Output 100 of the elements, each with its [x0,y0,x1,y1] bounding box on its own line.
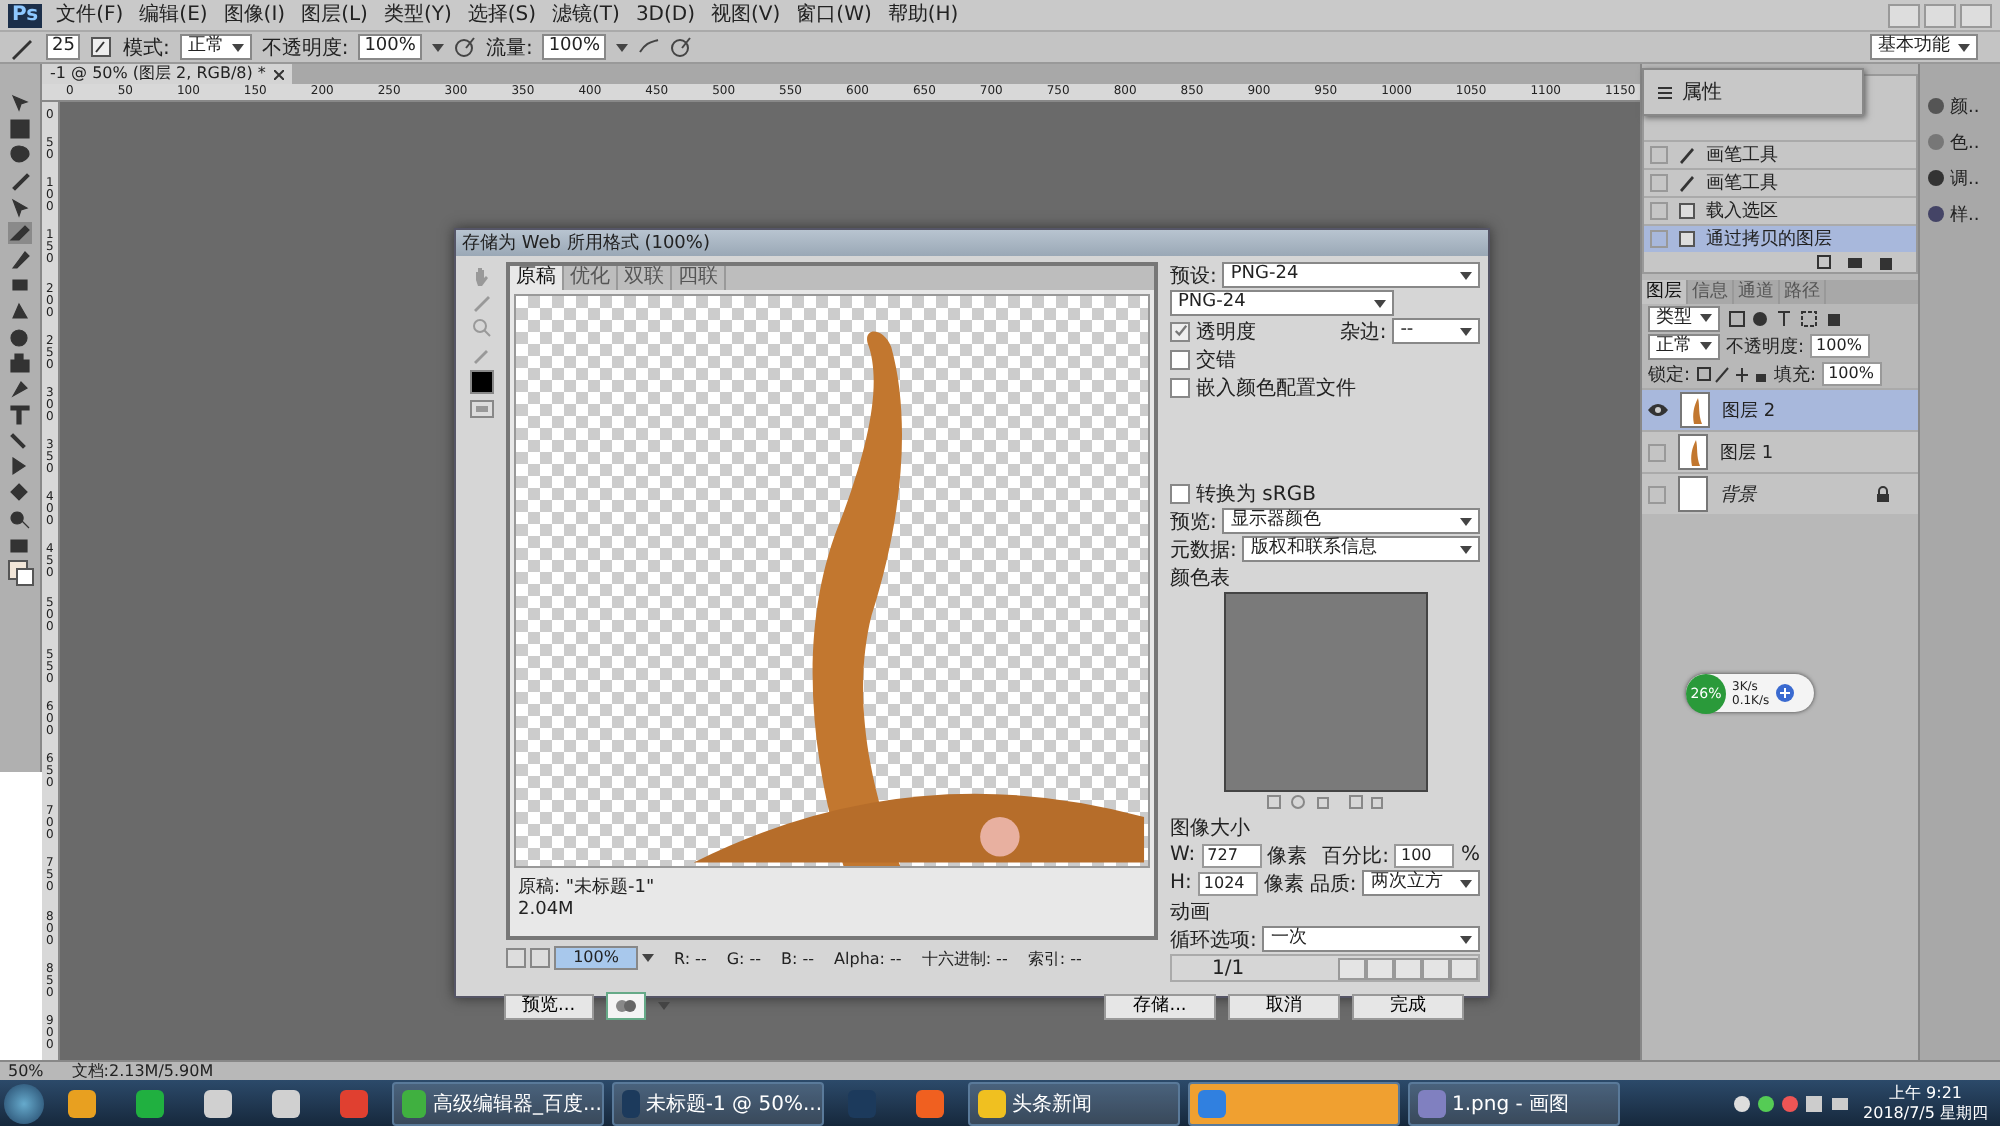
tool-icon[interactable] [8,274,32,296]
tool-icon[interactable] [8,534,32,556]
dock-item[interactable]: 颜.. [1920,92,2000,120]
dialog-button[interactable]: 完成 [1352,993,1464,1019]
history-item[interactable]: 画笔工具 [1644,168,1916,196]
slice-visibility-icon[interactable] [470,400,494,418]
app-icon[interactable] [204,1089,232,1117]
airbrush-icon[interactable] [638,36,661,58]
start-button[interactable] [4,1083,44,1123]
height-field[interactable]: 1024 [1197,871,1258,895]
zoom-in-button[interactable] [530,948,550,968]
panel-tab[interactable]: 图层 [1642,280,1688,304]
matte-dropdown[interactable]: -- [1392,318,1480,344]
preset-dropdown[interactable]: PNG-24 [1222,262,1480,288]
tool-icon[interactable] [8,92,32,114]
menu-item[interactable]: 视图(V) [709,2,783,28]
preview-button[interactable]: 预览... [504,993,594,1019]
loop-dropdown[interactable]: 一次 [1262,926,1480,952]
menu-item[interactable]: 滤镜(T) [550,2,622,28]
pressure-icon[interactable] [453,36,476,58]
layer-row[interactable]: 图层 1 [1642,430,1918,472]
tool-icon[interactable] [8,300,32,322]
zoom-field[interactable]: 100% [554,946,638,970]
opacity-field[interactable]: 100% [358,34,422,60]
zoom-out-button[interactable] [506,948,526,968]
tool-icon[interactable] [8,378,32,400]
view-tab[interactable]: 原稿 [510,266,564,290]
tool-icon[interactable] [8,352,32,374]
tool-icon[interactable] [8,404,32,426]
dialog-button[interactable]: 取消 [1228,993,1340,1019]
opacity-field[interactable]: 100% [1810,334,1871,358]
brush-panel-icon[interactable] [90,36,113,58]
menu-item[interactable]: 图层(L) [299,2,370,28]
tool-icon[interactable] [8,508,32,530]
filter-icons[interactable] [1726,309,1846,327]
tool-icon[interactable] [8,196,32,218]
pressure-icon[interactable] [670,36,693,58]
color-swatch-icon[interactable] [470,370,494,394]
close-icon[interactable] [273,69,284,79]
clock[interactable]: 上午 9:21 2018/7/5 星期四 [1863,1083,1988,1123]
menu-item[interactable]: 帮助(H) [885,2,961,28]
taskbar-button[interactable]: 高级编辑器_百度... [392,1081,604,1125]
tool-icon[interactable] [8,248,32,270]
width-field[interactable]: 727 [1201,843,1262,867]
tool-icon[interactable] [8,170,32,192]
tool-icon[interactable] [8,144,32,166]
visibility-toggle[interactable] [1648,485,1666,503]
taskbar-button[interactable]: 头条新闻 [968,1081,1180,1125]
quality-dropdown[interactable]: 两次立方 [1362,870,1480,896]
app-icon[interactable] [68,1089,96,1117]
fill-field[interactable]: 100% [1822,362,1883,386]
blend-mode-dropdown[interactable]: 正常 [1648,333,1720,359]
history-item[interactable]: 画笔工具 [1644,140,1916,168]
dock-item[interactable]: 色.. [1920,128,2000,156]
view-tab[interactable]: 四联 [672,266,726,290]
dock-item[interactable]: 样.. [1920,200,2000,228]
taskbar-button[interactable]: 1.png - 画图 [1408,1081,1620,1125]
browser-preview-button[interactable] [605,992,646,1020]
checkbox[interactable] [1170,349,1190,369]
view-tab[interactable]: 双联 [618,266,672,290]
plus-icon[interactable] [1775,684,1794,702]
app-icon[interactable] [916,1089,944,1117]
dock-item[interactable]: 调.. [1920,164,2000,192]
tool-icon[interactable] [8,118,32,140]
menu-item[interactable]: 类型(Y) [381,2,454,28]
tray-icons[interactable] [1731,1093,1852,1113]
color-table-tools-icon[interactable] [1265,794,1385,810]
eye-icon[interactable] [1648,402,1668,418]
tool-icon[interactable] [8,326,32,348]
layer-row[interactable]: 背景 [1642,472,1918,514]
tool-icon[interactable] [8,222,32,244]
format-dropdown[interactable]: PNG-24 [1170,290,1394,316]
menu-item[interactable]: 窗口(W) [794,2,874,28]
menu-item[interactable]: 选择(S) [465,2,539,28]
lock-options-icon[interactable] [1696,365,1769,383]
mode-dropdown[interactable]: 正常 [179,34,252,60]
percent-field[interactable]: 100 [1394,843,1455,867]
app-icon[interactable] [272,1089,300,1117]
visibility-toggle[interactable] [1648,443,1666,461]
menu-item[interactable]: 文件(F) [54,2,126,28]
history-actions-icon[interactable] [1816,254,1896,270]
checkbox[interactable] [1170,377,1190,397]
view-tab[interactable]: 优化 [564,266,618,290]
menu-item[interactable]: 3D(D) [633,2,698,28]
document-tab[interactable]: -1 @ 50% (图层 2, RGB/8) * [42,64,292,84]
app-icon[interactable] [136,1089,164,1117]
flow-field[interactable]: 100% [542,34,607,60]
workspace-dropdown[interactable]: 基本功能 [1870,34,1978,60]
taskbar-button[interactable] [1188,1081,1400,1125]
layer-row[interactable]: 图层 2 [1642,388,1918,430]
tool-icon[interactable] [8,482,32,504]
dialog-button[interactable]: 存储... [1104,993,1216,1019]
checkbox[interactable] [1170,321,1190,341]
taskbar-button[interactable]: 未标题-1 @ 50%... [612,1081,824,1125]
menu-item[interactable]: 图像(I) [221,2,288,28]
history-item[interactable]: 通过拷贝的图层 [1644,224,1916,252]
brush-size-field[interactable]: 25 [46,34,81,60]
metadata-dropdown[interactable]: 版权和联系信息 [1242,536,1480,562]
preview-dropdown[interactable]: 显示器颜色 [1222,508,1480,534]
filter-dropdown[interactable]: 类型 [1648,305,1720,331]
